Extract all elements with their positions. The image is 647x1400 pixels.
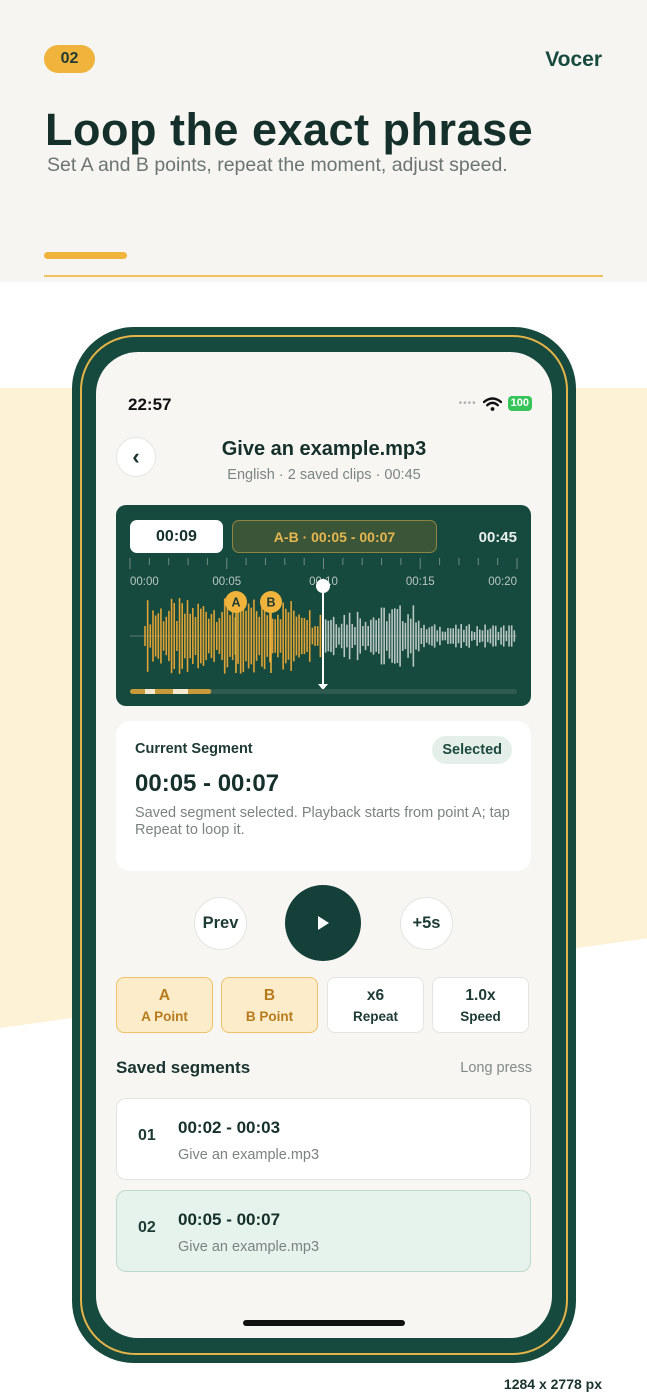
segment-number: 01 bbox=[138, 1127, 156, 1144]
signal-icon: •••• bbox=[458, 398, 477, 409]
a-point-button[interactable]: A A Point bbox=[116, 977, 213, 1033]
saved-segments-title: Saved segments bbox=[116, 1058, 251, 1077]
file-title: Give an example.mp3 bbox=[221, 438, 427, 460]
accent-bar bbox=[44, 252, 127, 259]
marker-b-label: B bbox=[266, 596, 275, 610]
app-screen: 22:57 •••• 100 ‹ Give an example.mp3 Eng… bbox=[96, 352, 552, 1338]
segment-range: 00:02 - 00:03 bbox=[178, 1118, 281, 1137]
prev-button[interactable]: Prev bbox=[194, 897, 247, 950]
tick-label: 00:20 bbox=[488, 576, 517, 588]
tick-label: 00:00 bbox=[130, 576, 159, 588]
current-time: 00:09 bbox=[130, 520, 223, 553]
status-time: 22:57 bbox=[128, 395, 172, 414]
speed-button[interactable]: 1.0x Speed bbox=[432, 977, 529, 1033]
waveform-scrubber[interactable]: 00:0000:0500:1000:1500:20AB bbox=[116, 555, 531, 706]
saved-segments-hint: Long press bbox=[460, 1060, 532, 1076]
list-item[interactable]: 02 00:05 - 00:07 Give an example.mp3 bbox=[116, 1190, 531, 1272]
segment-label: Current Segment bbox=[135, 741, 253, 757]
status-badge: Selected bbox=[432, 736, 512, 764]
segment-range: 00:05 - 00:07 bbox=[178, 1210, 281, 1229]
total-time: 00:45 bbox=[478, 529, 517, 546]
brand-name: Vocer bbox=[545, 48, 602, 71]
marker-a-label: A bbox=[231, 596, 240, 610]
progress-fill bbox=[130, 689, 212, 694]
repeat-label: Repeat bbox=[352, 1008, 398, 1024]
repeat-button[interactable]: x6 Repeat bbox=[327, 977, 424, 1033]
forward-5s-button[interactable]: +5s bbox=[400, 897, 453, 950]
dimensions-label: 1284 x 2778 px bbox=[503, 1376, 602, 1392]
tick-label: 00:15 bbox=[406, 576, 435, 588]
divider bbox=[44, 275, 603, 277]
segment-file: Give an example.mp3 bbox=[178, 1147, 320, 1163]
promo-subline: Set A and B points, repeat the moment, a… bbox=[47, 154, 508, 176]
file-meta: English · 2 saved clips · 00:45 bbox=[227, 467, 421, 483]
tick-label: 00:05 bbox=[212, 576, 241, 588]
playhead-handle bbox=[316, 579, 330, 593]
battery-indicator: 100 bbox=[507, 396, 532, 411]
segment-description: Saved segment selected. Playback starts … bbox=[135, 805, 510, 838]
progress-marker bbox=[173, 689, 188, 694]
wifi-icon bbox=[482, 396, 502, 411]
b-point-value: B bbox=[263, 986, 276, 1004]
segment-range: 00:05 - 00:07 bbox=[135, 770, 280, 797]
b-point-label: B Point bbox=[245, 1008, 294, 1024]
speed-label: Speed bbox=[460, 1008, 501, 1024]
speed-value: 1.0x bbox=[465, 986, 496, 1004]
play-button[interactable] bbox=[285, 885, 361, 961]
segment-file: Give an example.mp3 bbox=[178, 1239, 320, 1255]
a-point-value: A bbox=[158, 986, 171, 1004]
step-badge: 02 bbox=[44, 45, 95, 73]
b-point-button[interactable]: B B Point bbox=[221, 977, 318, 1033]
home-indicator[interactable] bbox=[243, 1320, 405, 1326]
segment-number: 02 bbox=[138, 1219, 156, 1236]
play-icon bbox=[318, 916, 329, 930]
ab-range-pill[interactable]: A-B · 00:05 - 00:07 bbox=[232, 520, 437, 553]
list-item[interactable]: 01 00:02 - 00:03 Give an example.mp3 bbox=[116, 1098, 531, 1180]
repeat-value: x6 bbox=[366, 986, 385, 1004]
promo-header: 02 Vocer Loop the exact phrase Set A and… bbox=[0, 0, 647, 282]
promo-headline: Loop the exact phrase bbox=[45, 104, 534, 155]
status-icons: •••• 100 bbox=[459, 396, 532, 411]
phone-frame: 22:57 •••• 100 ‹ Give an example.mp3 Eng… bbox=[72, 327, 576, 1363]
a-point-label: A Point bbox=[141, 1008, 188, 1024]
current-segment-card: Current Segment Selected 00:05 - 00:07 S… bbox=[116, 721, 531, 871]
progress-marker bbox=[145, 689, 155, 694]
waveform-card: 00:09 A-B · 00:05 - 00:07 00:45 00:00 00:… bbox=[116, 505, 531, 706]
